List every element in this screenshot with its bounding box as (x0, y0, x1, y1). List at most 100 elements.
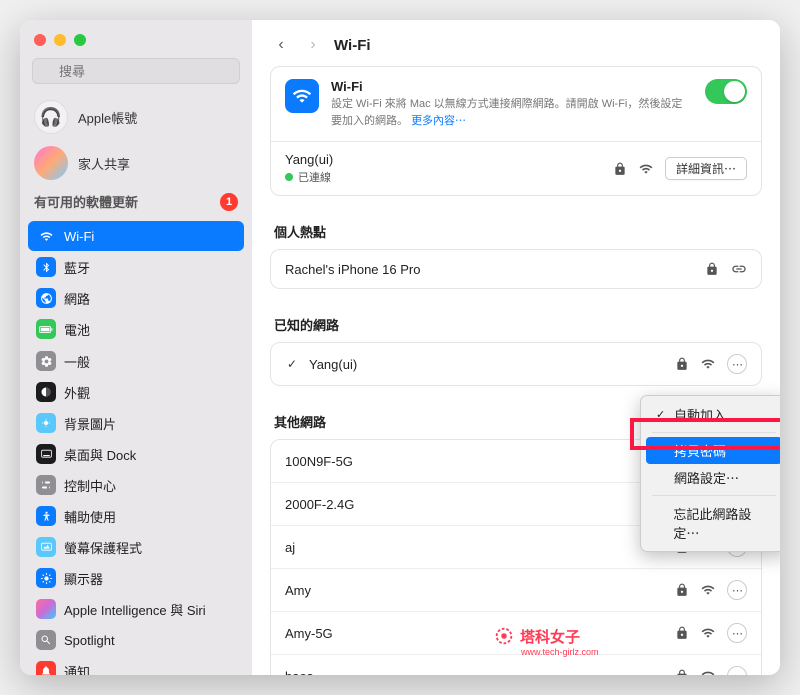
forward-button[interactable]: › (302, 34, 324, 56)
wifi-hero-card: Wi-Fi 設定 Wi-Fi 來將 Mac 以無線方式連接網際網路。請開啟 Wi… (270, 66, 762, 196)
sidebar-label: 外觀 (64, 383, 90, 402)
details-button[interactable]: 詳細資訊⋯ (665, 157, 747, 180)
hotspot-name: Rachel's iPhone 16 Pro (285, 262, 695, 277)
watermark: 塔科女子 www.tech-girlz.com (493, 625, 580, 647)
spotlight-icon (36, 630, 56, 650)
sidebar-item-notifications[interactable]: 通知 (28, 656, 244, 675)
lock-icon (675, 669, 689, 675)
sidebar-label: 網路 (64, 289, 90, 308)
more-options-button[interactable]: ⋯ (727, 580, 747, 600)
header: ‹ › Wi-Fi (252, 20, 780, 66)
sidebar-item-spotlight[interactable]: Spotlight (28, 625, 244, 655)
content-scroll[interactable]: Wi-Fi 設定 Wi-Fi 來將 Mac 以無線方式連接網際網路。請開啟 Wi… (252, 66, 780, 675)
family-label: 家人共享 (78, 154, 130, 173)
display-icon (36, 568, 56, 588)
wifi-signal-icon (701, 357, 715, 371)
menu-copy-password[interactable]: 拷貝密碼 (646, 437, 780, 464)
minimize-button[interactable] (54, 34, 66, 46)
traffic-lights (20, 20, 252, 54)
appearance-icon (36, 382, 56, 402)
sidebar-item-general[interactable]: 一般 (28, 346, 244, 376)
notifications-icon (36, 661, 56, 675)
known-networks-card: ✓ Yang(ui) ⋯ (270, 342, 762, 386)
lock-icon (613, 162, 627, 176)
screensaver-icon (36, 537, 56, 557)
sidebar-item-bluetooth[interactable]: 藍牙 (28, 252, 244, 282)
menu-network-settings[interactable]: 網路設定⋯ (646, 464, 780, 491)
sidebar-label: 藍牙 (64, 258, 90, 277)
more-options-button[interactable]: ⋯ (727, 666, 747, 675)
back-button[interactable]: ‹ (270, 34, 292, 56)
status-dot (285, 173, 293, 181)
sidebar-item-screensaver[interactable]: 螢幕保護程式 (28, 532, 244, 562)
network-name: 100N9F-5G (285, 454, 665, 469)
more-options-button[interactable]: ⋯ (727, 623, 747, 643)
sidebar-label: Apple Intelligence 與 Siri (64, 600, 206, 619)
family-sharing-row[interactable]: 家人共享 (20, 140, 252, 186)
bluetooth-icon (36, 257, 56, 277)
sidebar-item-wallpaper[interactable]: 背景圖片 (28, 408, 244, 438)
sidebar-label: 一般 (64, 352, 90, 371)
network-name: Yang(ui) (309, 357, 665, 372)
more-link[interactable]: 更多內容⋯ (411, 115, 466, 127)
sidebar-item-battery[interactable]: 電池 (28, 314, 244, 344)
sidebar-item-dock[interactable]: 桌面與 Dock (28, 439, 244, 469)
sidebar-label: 螢幕保護程式 (64, 538, 142, 557)
settings-window: 🎧 Apple帳號 家人共享 有可用的軟體更新 1 Wi-Fi 藍牙 網路 (20, 20, 780, 675)
updates-label: 有可用的軟體更新 (34, 192, 138, 211)
sidebar-item-accessibility[interactable]: 輔助使用 (28, 501, 244, 531)
sidebar-label: 顯示器 (64, 569, 103, 588)
dock-icon (36, 444, 56, 464)
hotspot-section-title: 個人熱點 (270, 208, 762, 249)
network-row[interactable]: baos ⋯ (271, 655, 761, 675)
accessibility-icon (36, 506, 56, 526)
more-options-button[interactable]: ⋯ (727, 354, 747, 374)
network-context-menu: ✓自動加入 拷貝密碼 網路設定⋯ 忘記此網路設定⋯ (640, 395, 780, 552)
network-name: Amy (285, 583, 665, 598)
wifi-signal-icon (701, 583, 715, 597)
close-button[interactable] (34, 34, 46, 46)
apple-account-row[interactable]: 🎧 Apple帳號 (20, 94, 252, 140)
sidebar-label: 背景圖片 (64, 414, 116, 433)
sidebar-item-siri[interactable]: Apple Intelligence 與 Siri (28, 594, 244, 624)
hotspot-row[interactable]: Rachel's iPhone 16 Pro (271, 250, 761, 288)
current-network-row: Yang(ui) 已連線 詳細資訊⋯ (271, 141, 761, 195)
sidebar-label: 控制中心 (64, 476, 116, 495)
family-avatar (34, 146, 68, 180)
wifi-toggle[interactable] (705, 79, 747, 104)
lock-icon (675, 583, 689, 597)
hotspot-card: Rachel's iPhone 16 Pro (270, 249, 762, 289)
page-title: Wi-Fi (334, 37, 371, 54)
watermark-icon (493, 625, 515, 647)
menu-forget-network[interactable]: 忘記此網路設定⋯ (646, 500, 780, 546)
nav-list: Wi-Fi 藍牙 網路 電池 一般 外觀 (20, 217, 252, 675)
sidebar-item-wifi[interactable]: Wi-Fi (28, 221, 244, 251)
lock-icon (675, 626, 689, 640)
sidebar-label: 電池 (64, 320, 90, 339)
wifi-signal-icon (639, 162, 653, 176)
updates-badge: 1 (220, 193, 238, 211)
lock-icon (675, 357, 689, 371)
sidebar-item-display[interactable]: 顯示器 (28, 563, 244, 593)
menu-auto-join[interactable]: ✓自動加入 (646, 401, 780, 428)
sidebar-label: Spotlight (64, 633, 115, 648)
hero-desc: 設定 Wi-Fi 來將 Mac 以無線方式連接網際網路。請開啟 Wi-Fi，然後… (331, 96, 693, 129)
known-section-title: 已知的網路 (270, 301, 762, 342)
software-update-row[interactable]: 有可用的軟體更新 1 (20, 186, 252, 217)
maximize-button[interactable] (74, 34, 86, 46)
sidebar-item-control-center[interactable]: 控制中心 (28, 470, 244, 500)
wifi-hero-icon (285, 79, 319, 113)
gear-icon (36, 351, 56, 371)
wifi-signal-icon (701, 626, 715, 640)
network-row[interactable]: Amy ⋯ (271, 569, 761, 612)
network-row[interactable]: ✓ Yang(ui) ⋯ (271, 343, 761, 385)
sidebar-label: 通知 (64, 662, 90, 676)
search-box[interactable] (32, 58, 240, 84)
control-center-icon (36, 475, 56, 495)
sidebar-item-network[interactable]: 網路 (28, 283, 244, 313)
apple-account-label: Apple帳號 (78, 108, 137, 127)
search-input[interactable] (32, 58, 240, 84)
sidebar-item-appearance[interactable]: 外觀 (28, 377, 244, 407)
hotspot-link-icon (731, 261, 747, 277)
check-icon: ✓ (285, 357, 299, 371)
